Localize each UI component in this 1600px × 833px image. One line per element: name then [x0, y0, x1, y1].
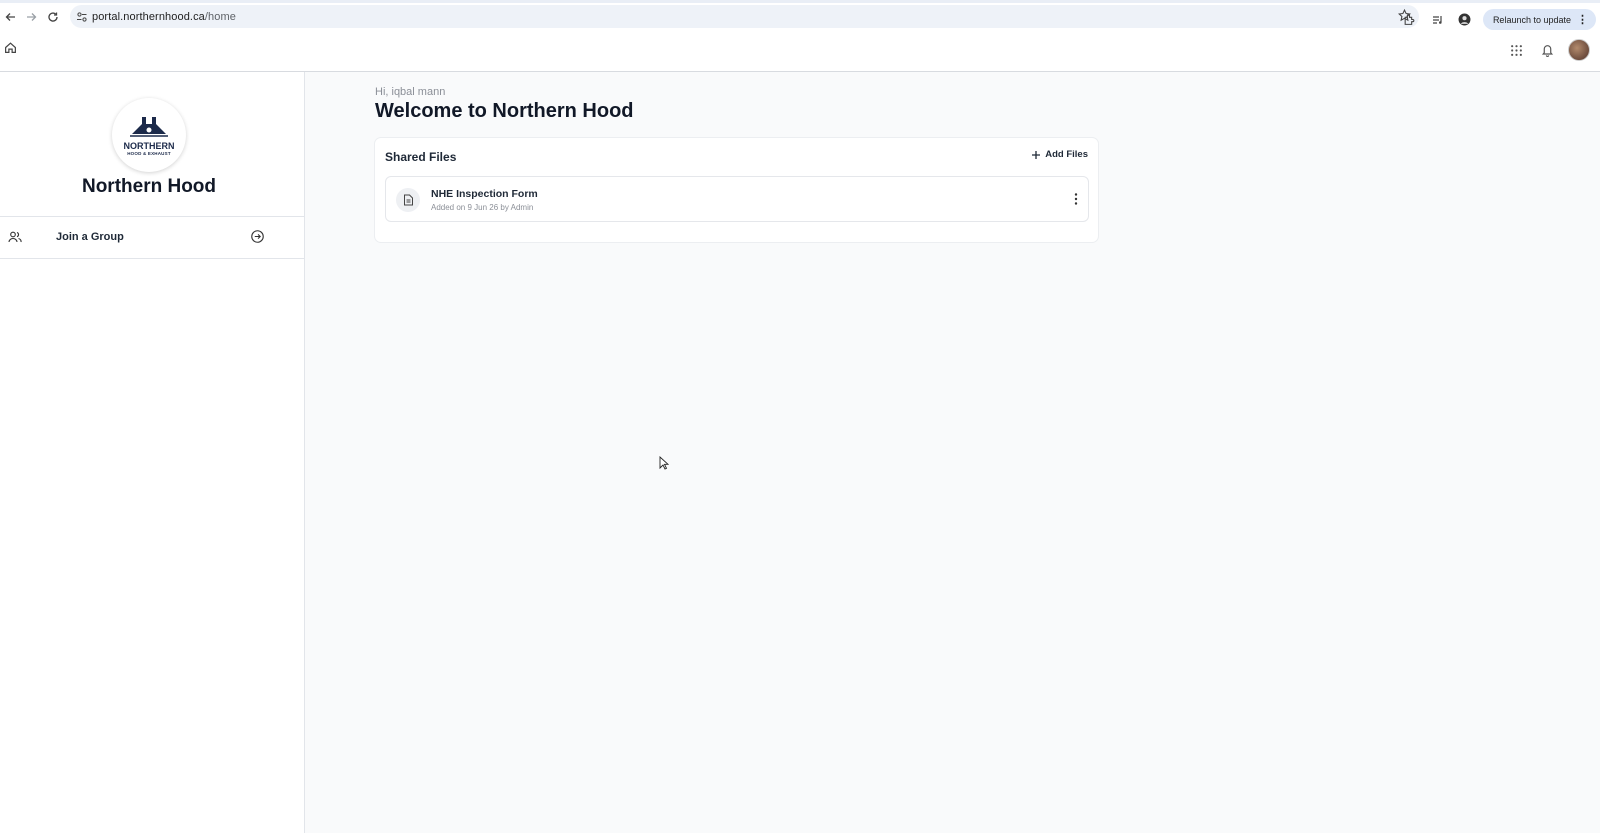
logo-wordmark: NORTHERN	[123, 141, 175, 151]
plus-icon	[1031, 150, 1041, 160]
add-files-button[interactable]: Add Files	[1031, 149, 1088, 160]
document-icon	[396, 188, 420, 212]
browser-toolbar: portal.northernhood.ca/home Relaunch to …	[0, 3, 1600, 30]
sidebar: NORTHERN HOOD & EXHAUST Northern Hood Jo…	[0, 72, 305, 833]
users-icon	[8, 230, 22, 249]
profile-icon[interactable]	[1458, 13, 1471, 26]
media-icon[interactable]	[1432, 14, 1444, 26]
file-name[interactable]: NHE Inspection Form	[431, 188, 538, 200]
org-logo: NORTHERN HOOD & EXHAUST	[112, 98, 186, 172]
logo-subtitle: HOOD & EXHAUST	[127, 151, 171, 156]
reload-icon[interactable]	[42, 6, 64, 28]
more-menu-icon[interactable]: ⋮	[1577, 13, 1588, 26]
file-meta: Added on 9 Jun 26 by Admin	[431, 203, 534, 212]
browser-actions: Relaunch to update ⋮	[1403, 6, 1600, 33]
url-text: portal.northernhood.ca/home	[92, 11, 236, 23]
file-row[interactable]: NHE Inspection Form Added on 9 Jun 26 by…	[385, 176, 1089, 222]
app-header	[0, 31, 1600, 72]
header-actions	[1510, 39, 1590, 61]
url-domain: portal.northernhood.ca	[92, 10, 205, 23]
mouse-cursor-icon	[659, 455, 670, 475]
forward-icon[interactable]	[20, 6, 42, 28]
address-bar[interactable]: portal.northernhood.ca/home	[70, 5, 1419, 28]
hood-logo-icon	[130, 117, 168, 137]
site-info-icon[interactable]	[76, 10, 88, 28]
back-icon[interactable]	[0, 6, 22, 28]
greeting: Hi, iqbal mann	[375, 86, 446, 98]
org-name: Northern Hood	[81, 176, 217, 197]
page-title: Welcome to Northern Hood	[375, 100, 634, 122]
bell-icon[interactable]	[1541, 43, 1554, 57]
shared-files-title: Shared Files	[385, 150, 457, 164]
arrow-right-circle-icon[interactable]	[251, 230, 264, 248]
shared-files-card: Shared Files Add Files NHE Inspection Fo…	[375, 138, 1098, 242]
join-group-item[interactable]: Join a Group	[0, 217, 304, 259]
apps-grid-icon[interactable]	[1510, 44, 1523, 57]
join-group-label: Join a Group	[56, 231, 124, 243]
url-path: /home	[204, 10, 236, 23]
add-files-label: Add Files	[1045, 149, 1088, 160]
relaunch-button[interactable]: Relaunch to update ⋮	[1482, 9, 1596, 30]
relaunch-label: Relaunch to update	[1492, 14, 1571, 25]
more-vertical-icon[interactable]	[1074, 192, 1078, 211]
avatar[interactable]	[1568, 39, 1590, 61]
main-content: Hi, iqbal mann Welcome to Northern Hood …	[305, 72, 1600, 833]
home-icon[interactable]	[4, 41, 18, 55]
extensions-icon[interactable]	[1403, 13, 1416, 26]
